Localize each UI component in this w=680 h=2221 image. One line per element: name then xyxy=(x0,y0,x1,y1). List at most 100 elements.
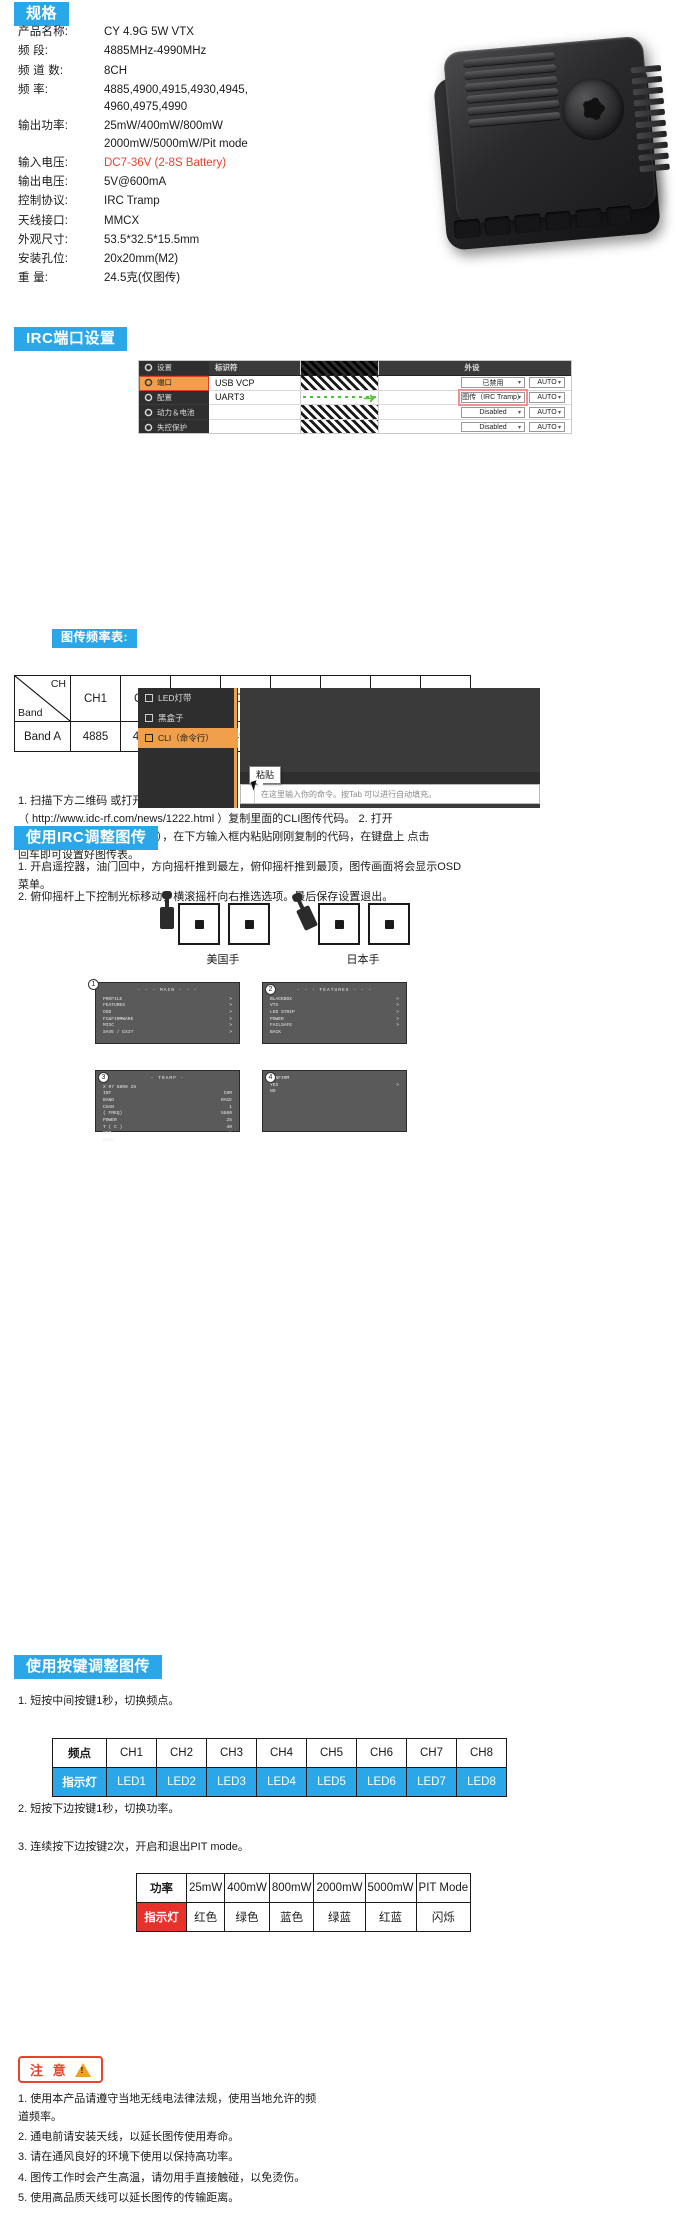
peripheral-select[interactable]: 已禁用 xyxy=(461,377,525,388)
power-value: 5000mW xyxy=(364,1873,417,1903)
betaflight-sidebar-item-4[interactable]: 失控保护 xyxy=(139,420,209,433)
osd-line-label: FAILSAFE xyxy=(270,1023,293,1029)
osd-line: MISC > xyxy=(103,1023,232,1030)
column-header-identifier: 标识符 xyxy=(209,361,301,375)
osd-step-number-3: 3 xyxy=(98,1072,109,1083)
spec-key: 输出功率: xyxy=(18,120,69,133)
osd-line-label: SAVE / EXIT xyxy=(103,1029,134,1035)
led-value: LED7 xyxy=(406,1767,457,1797)
osd-line: SET > xyxy=(103,1131,232,1138)
table-row: 指示灯 红色 绿色 蓝色 绿蓝 红蓝 闪烁 xyxy=(136,1902,472,1932)
osd-line: BLACKBOX > xyxy=(270,997,399,1004)
table-row: 功率 25mW 400mW 800mW 2000mW 5000mW PIT Mo… xyxy=(136,1873,472,1903)
spec-key: 控制协议: xyxy=(18,195,69,208)
notice-list: 1. 使用本产品请遵守当地无线电法律法规，使用当地允许的频道频率。 2. 通电前请… xyxy=(18,2090,318,2209)
gimbal-icon-left xyxy=(160,891,174,929)
spec-key: 重 量: xyxy=(18,272,49,285)
cli-input[interactable]: 在这里输入你的命令。按Tab 可以进行自动填充。 xyxy=(240,784,540,804)
betaflight-sidebar-item-3[interactable]: 动力＆电池 xyxy=(139,405,209,421)
stick-box-jp-right xyxy=(368,903,410,945)
betaflight-sidebar-label: 端口 xyxy=(157,378,172,388)
gimbal-icon-right xyxy=(296,905,318,931)
spec-key: 频 率: xyxy=(18,83,49,96)
led-value: LED2 xyxy=(156,1767,207,1797)
osd-line: CHAN 1 xyxy=(103,1105,232,1112)
section-header-spec: 规格 xyxy=(14,2,70,27)
port-middle-cell xyxy=(301,420,379,433)
table-row: UART3 ➜ 图传（IRC Tramp）AUTO xyxy=(209,389,571,406)
led-icon xyxy=(145,694,153,702)
osd-line-label: SET xyxy=(103,1131,112,1137)
osd-line-label: OSD xyxy=(103,1009,112,1015)
betaflight-sidebar-label: 设置 xyxy=(157,363,172,373)
spec-row: 输出电压: 5V@600mA xyxy=(18,174,348,191)
cli-menu-label: 黑盒子 xyxy=(158,713,184,723)
stick-dot xyxy=(334,919,344,929)
baud-select[interactable]: AUTO xyxy=(529,421,565,433)
spec-row: 天线接口: MMCX xyxy=(18,213,348,230)
led-ch: CH4 xyxy=(256,1738,307,1768)
port-identifier xyxy=(209,420,301,433)
osd-line-label: FEATURES xyxy=(103,1003,126,1009)
port-peripheral-cell: Disabled AUTO xyxy=(379,420,571,433)
osd-line: FC&FIRMWARE > xyxy=(103,1017,232,1024)
osd-line: X R7 5800 25 xyxy=(103,1085,232,1092)
spec-row: 控制协议: IRC Tramp xyxy=(18,193,348,210)
button-adjust-step2: 2. 短按下边按键1秒，切换功率。 xyxy=(18,1803,180,1815)
port-middle-cell xyxy=(301,375,379,390)
osd-line: NO xyxy=(270,1089,399,1096)
led-value: LED1 xyxy=(106,1767,157,1797)
notice-item: 3. 请在通风良好的环境下使用以保持高功率。 xyxy=(18,2151,240,2164)
osd-line: FEATURES > xyxy=(103,1003,232,1010)
power-value: 25mW xyxy=(185,1873,226,1903)
betaflight-sidebar-item-2[interactable]: 配置 xyxy=(139,391,209,406)
betaflight-sidebar-item-1[interactable]: 端口 xyxy=(139,375,209,391)
peripheral-select[interactable]: 图传（IRC Tramp） xyxy=(458,389,528,406)
spec-row: 频 道 数: 8CH xyxy=(18,63,348,80)
osd-line: BACK xyxy=(103,1138,232,1145)
table-corner-cell: CH Band xyxy=(14,675,71,722)
section-header-button-adjust: 使用按键调整图传 xyxy=(14,1655,163,1680)
baud-select[interactable]: AUTO xyxy=(529,407,565,418)
osd-line-label: LED STRIP xyxy=(270,1009,295,1015)
cli-icon xyxy=(145,734,153,742)
spec-row: 频 率: 4885,4900,4915,4930,4945, 4960,4975,… xyxy=(18,82,348,117)
led-value: LED6 xyxy=(356,1767,407,1797)
port-peripheral-cell: ➜ 图传（IRC Tramp）AUTO xyxy=(363,389,571,406)
corner-band-label: Band xyxy=(18,707,43,719)
baud-select[interactable]: AUTO xyxy=(529,392,565,403)
button-adjust-step3: 3. 连续按下边按键2次，开启和退出PIT mode。 xyxy=(18,1841,249,1853)
corner-ch-label: CH xyxy=(50,678,66,690)
spec-row: 安装孔位: 20x20mm(M2) xyxy=(18,251,348,268)
osd-panel-confirm: CONFIRM YES > NO xyxy=(262,1070,407,1132)
led-table-row-header: 频点 xyxy=(52,1738,107,1768)
power-indicator-table: 功率 25mW 400mW 800mW 2000mW 5000mW PIT Mo… xyxy=(136,1873,472,1932)
osd-line-value: > xyxy=(396,1082,399,1088)
cli-menu-item-1[interactable]: 黑盒子 xyxy=(138,708,238,728)
osd-step-number-4: 4 xyxy=(265,1072,276,1083)
osd-line-value: > xyxy=(396,1023,399,1029)
baud-select[interactable]: AUTO xyxy=(529,377,565,388)
cli-menu-item-0[interactable]: LED灯带 xyxy=(138,688,238,708)
cli-menu-item-2[interactable]: CLI（命令行） xyxy=(138,728,238,748)
led-ch: CH2 xyxy=(156,1738,207,1768)
spec-value: CY 4.9G 5W VTX xyxy=(104,26,194,38)
hand-mode-label-us: 美国手 xyxy=(206,954,240,966)
betaflight-sidebar-item-0[interactable]: 设置 xyxy=(139,361,209,376)
green-arrow-icon: ➜ xyxy=(363,390,376,408)
indicator-value: 蓝色 xyxy=(268,1902,315,1932)
osd-title: - TRAMP - xyxy=(150,1076,185,1081)
port-peripheral-cell: 已禁用 AUTO xyxy=(379,376,571,390)
peripheral-select[interactable]: Disabled xyxy=(461,421,525,433)
gear-icon xyxy=(144,393,153,402)
spec-row: 重 量: 24.5克(仅图传) xyxy=(18,270,348,287)
hand-mode-label-jp: 日本手 xyxy=(346,954,380,966)
spec-row: 输出功率: 25mW/400mW/800mW 2000mW/5000mW/Pit … xyxy=(18,118,348,153)
port-identifier: UART3 xyxy=(209,390,301,405)
osd-line-value: > xyxy=(396,1003,399,1009)
osd-line-label: POWER xyxy=(103,1117,117,1123)
spec-key: 输出电压: xyxy=(18,176,69,188)
cli-input-placeholder: 在这里输入你的命令。按Tab 可以进行自动填充。 xyxy=(261,789,437,799)
peripheral-select[interactable]: Disabled xyxy=(461,407,525,418)
led-value: LED5 xyxy=(306,1767,357,1797)
